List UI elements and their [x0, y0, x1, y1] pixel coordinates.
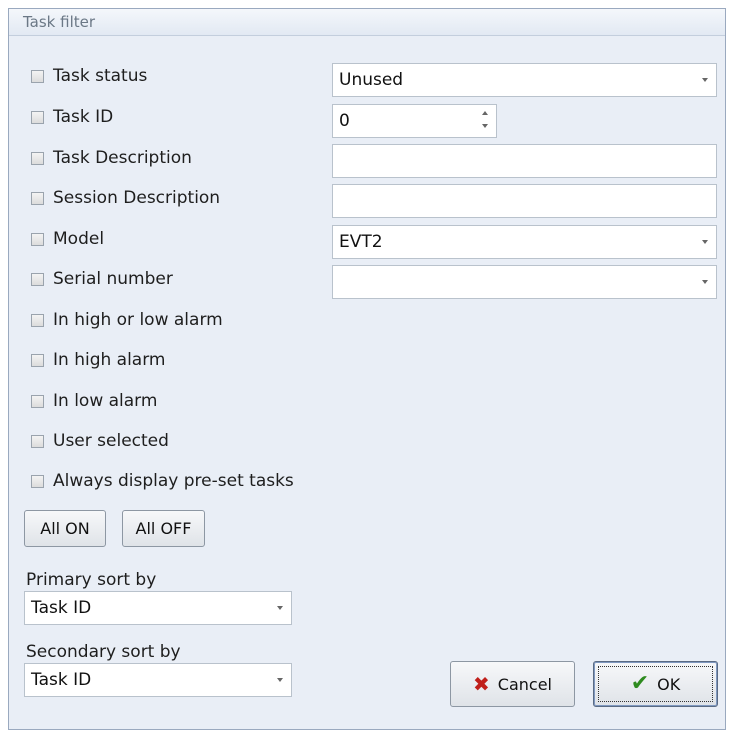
task-id-checkbox[interactable]	[31, 110, 44, 124]
model-dropdown[interactable]: EVT2	[332, 225, 717, 259]
chevron-down-icon	[702, 240, 708, 244]
primary-sort-label: Primary sort by	[26, 570, 157, 590]
high-or-low-alarm-label: In high or low alarm	[53, 310, 223, 330]
task-status-label: Task status	[53, 66, 148, 86]
filter-high-or-low-alarm[interactable]: In high or low alarm	[31, 308, 223, 332]
model-label: Model	[53, 229, 105, 249]
task-id-spinner[interactable]: 0	[332, 104, 497, 138]
chevron-down-icon	[277, 606, 283, 610]
secondary-sort-value: Task ID	[31, 670, 92, 690]
cancel-label: Cancel	[497, 674, 552, 694]
filter-task-description[interactable]: Task Description	[31, 146, 192, 170]
session-description-checkbox[interactable]	[31, 191, 44, 205]
task-status-value: Unused	[339, 70, 404, 90]
filter-high-alarm[interactable]: In high alarm	[31, 348, 165, 372]
user-selected-label: User selected	[53, 431, 169, 451]
all-off-label: All OFF	[135, 519, 192, 538]
task-filter-dialog: Task filter Task status Task ID Task Des…	[8, 8, 726, 730]
all-on-label: All ON	[40, 519, 90, 538]
task-status-checkbox[interactable]	[31, 69, 44, 83]
x-icon: ✖	[473, 672, 490, 696]
user-selected-checkbox[interactable]	[31, 434, 44, 448]
filter-serial-number[interactable]: Serial number	[31, 267, 173, 291]
primary-sort-dropdown[interactable]: Task ID	[24, 591, 292, 625]
task-status-dropdown[interactable]: Unused	[332, 63, 717, 97]
high-or-low-alarm-checkbox[interactable]	[31, 313, 44, 327]
task-id-value: 0	[339, 111, 350, 131]
chevron-down-icon	[702, 78, 708, 82]
session-description-input[interactable]	[332, 184, 717, 218]
spinner-arrows-icon[interactable]	[480, 109, 490, 133]
chevron-down-icon	[702, 280, 708, 284]
serial-number-label: Serial number	[53, 269, 173, 289]
filter-task-id[interactable]: Task ID	[31, 105, 113, 129]
low-alarm-checkbox[interactable]	[31, 394, 44, 408]
focus-rect	[598, 666, 713, 702]
task-description-checkbox[interactable]	[31, 151, 44, 165]
task-description-label: Task Description	[53, 148, 192, 168]
all-on-button[interactable]: All ON	[24, 510, 106, 547]
chevron-down-icon	[277, 678, 283, 682]
model-checkbox[interactable]	[31, 232, 44, 246]
filter-model[interactable]: Model	[31, 227, 104, 251]
session-description-label: Session Description	[53, 188, 221, 208]
filter-user-selected[interactable]: User selected	[31, 429, 169, 453]
high-alarm-checkbox[interactable]	[31, 353, 44, 367]
task-id-label: Task ID	[53, 107, 114, 127]
high-alarm-label: In high alarm	[53, 350, 166, 370]
window-title: Task filter	[23, 13, 96, 31]
filter-always-display-preset[interactable]: Always display pre-set tasks	[31, 469, 294, 493]
all-off-button[interactable]: All OFF	[122, 510, 205, 547]
model-value: EVT2	[339, 232, 383, 252]
secondary-sort-label: Secondary sort by	[26, 642, 181, 662]
cancel-button[interactable]: ✖ Cancel	[450, 661, 575, 707]
filter-session-description[interactable]: Session Description	[31, 186, 220, 210]
ok-button[interactable]: ✔ OK	[593, 661, 718, 707]
always-display-preset-label: Always display pre-set tasks	[53, 471, 294, 491]
always-display-preset-checkbox[interactable]	[31, 474, 44, 488]
filter-low-alarm[interactable]: In low alarm	[31, 389, 157, 413]
serial-number-dropdown[interactable]	[332, 265, 717, 299]
title-bar: Task filter	[9, 9, 725, 36]
low-alarm-label: In low alarm	[53, 391, 158, 411]
primary-sort-value: Task ID	[31, 598, 92, 618]
task-description-input[interactable]	[332, 144, 717, 178]
secondary-sort-dropdown[interactable]: Task ID	[24, 663, 292, 697]
filter-task-status[interactable]: Task status	[31, 64, 147, 88]
serial-number-checkbox[interactable]	[31, 272, 44, 286]
